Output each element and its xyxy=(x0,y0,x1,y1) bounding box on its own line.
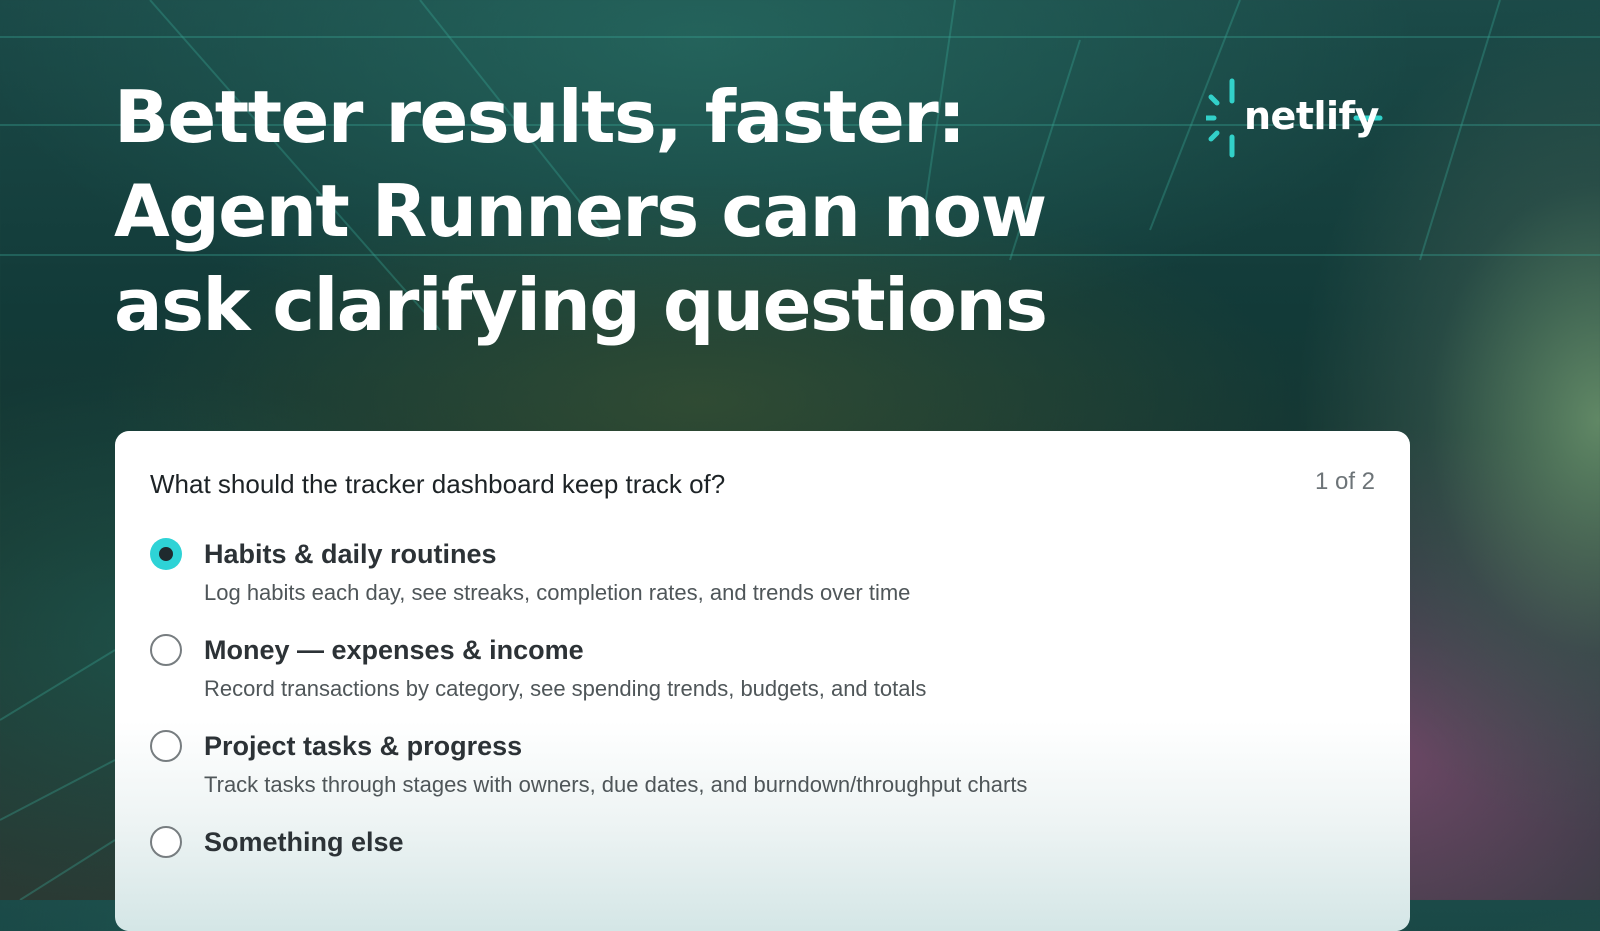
headline-line-2: Agent Runners can now xyxy=(114,169,1047,253)
answer-options: Habits & daily routines Log habits each … xyxy=(150,536,1370,920)
radio-button[interactable] xyxy=(150,826,182,858)
radio-button[interactable] xyxy=(150,634,182,666)
option-title: Habits & daily routines xyxy=(204,539,497,569)
question-text: What should the tracker dashboard keep t… xyxy=(150,469,726,499)
option-title: Money — expenses & income xyxy=(204,635,584,665)
option-description: Track tasks through stages with owners, … xyxy=(204,772,1028,797)
option-money[interactable]: Money — expenses & income Record transac… xyxy=(150,632,1370,728)
option-description: Record transactions by category, see spe… xyxy=(204,676,927,701)
radio-button[interactable] xyxy=(150,730,182,762)
option-title: Something else xyxy=(204,827,404,857)
radio-button-selected[interactable] xyxy=(150,538,182,570)
netlify-logo: netlify xyxy=(1206,77,1410,159)
clarifying-question-card: What should the tracker dashboard keep t… xyxy=(115,431,1410,931)
brand-name: netlify xyxy=(1244,94,1379,138)
option-description: Log habits each day, see streaks, comple… xyxy=(204,580,911,605)
option-project-tasks[interactable]: Project tasks & progress Track tasks thr… xyxy=(150,728,1370,824)
headline-line-3: ask clarifying questions xyxy=(114,263,1048,347)
option-title: Project tasks & progress xyxy=(204,731,523,761)
headline: Better results, faster: Agent Runners ca… xyxy=(114,70,1114,352)
option-something-else[interactable]: Something else xyxy=(150,824,1370,920)
option-habits[interactable]: Habits & daily routines Log habits each … xyxy=(150,536,1370,632)
headline-line-1: Better results, faster: xyxy=(114,75,966,159)
question-counter: 1 of 2 xyxy=(1314,468,1375,495)
